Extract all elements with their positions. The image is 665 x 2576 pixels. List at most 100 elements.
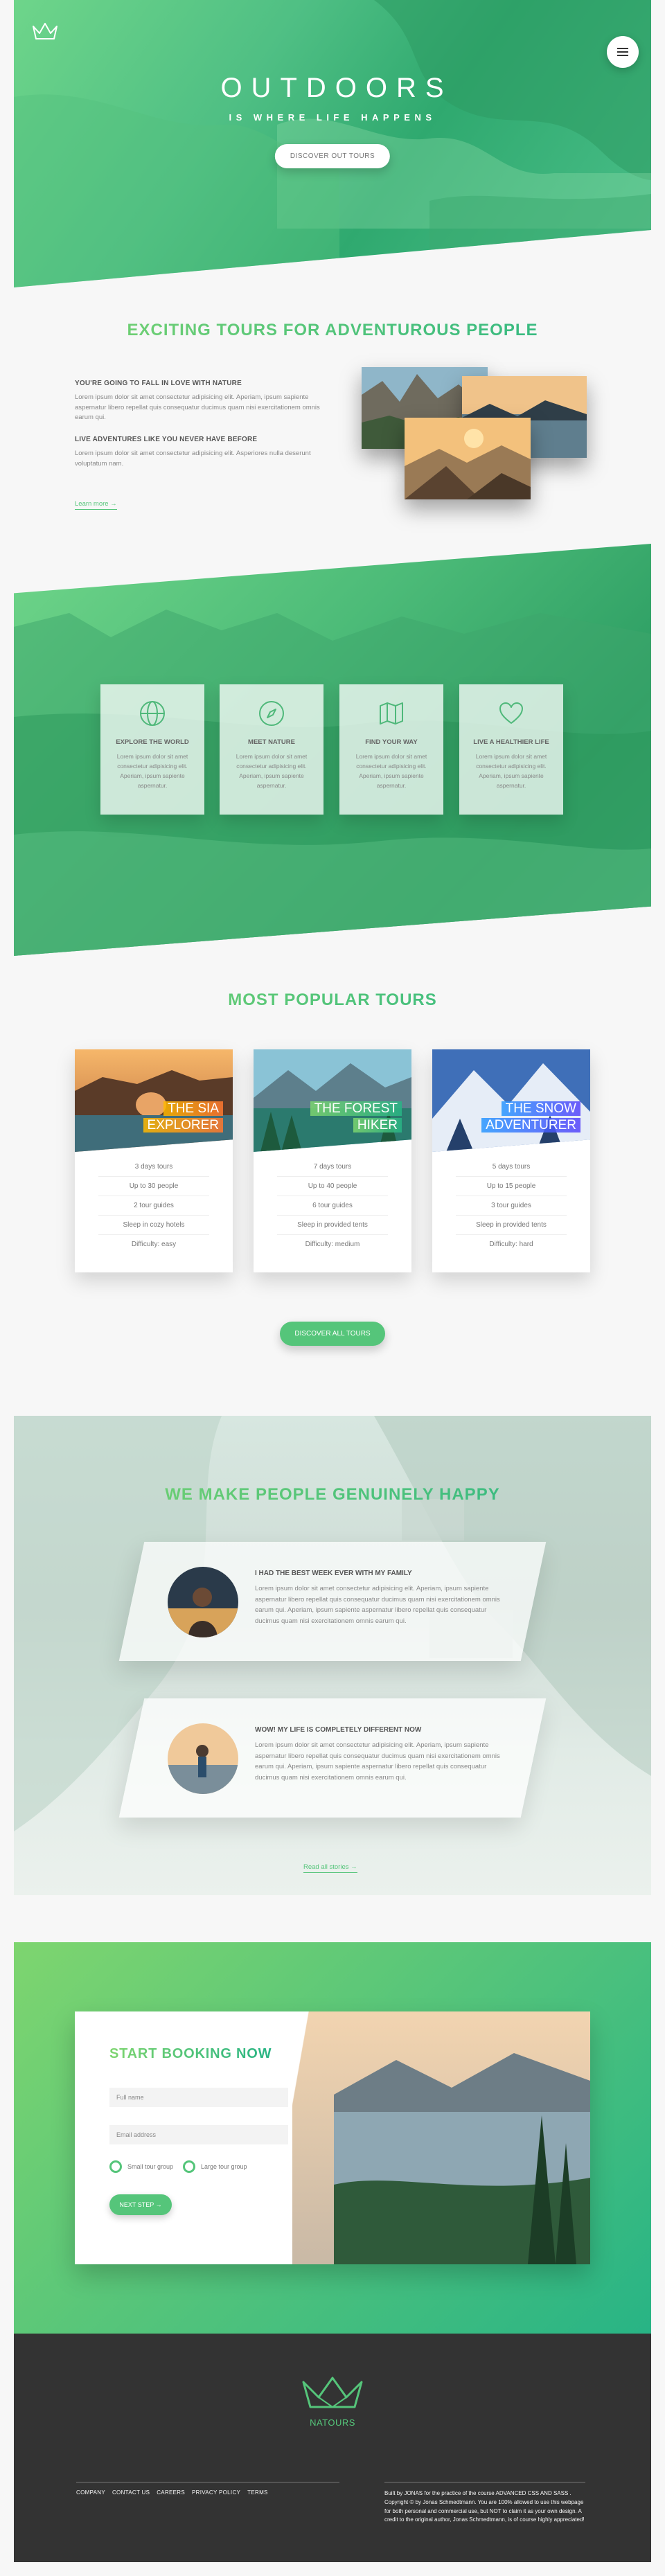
tour-card-title-line1: THE SIA [163, 1101, 223, 1116]
tour-card-sia[interactable]: THE SIA EXPLORER 3 days tours Up to 30 p… [75, 1049, 233, 1272]
tour-card-title: THE SIA EXPLORER [138, 1099, 229, 1135]
hamburger-menu-icon[interactable] [607, 36, 639, 68]
feature-text: Lorem ipsum dolor sit amet consectetur a… [475, 753, 547, 790]
footer-copyright: Built by JONAS for the practice of the c… [384, 2482, 585, 2525]
small-group-radio[interactable]: Small tour group [109, 2160, 173, 2173]
tour-card-image: THE FOREST HIKER [254, 1049, 411, 1152]
woman-avatar-image [168, 1567, 238, 1637]
heart-icon [499, 702, 523, 724]
radio-label: Large tour group [201, 2163, 247, 2170]
story-card-2: WOW! MY LIFE IS COMPLETELY DIFFERENT NOW… [118, 1698, 547, 1818]
tour-detail-duration: 5 days tours [456, 1157, 567, 1177]
about-subheading-1: YOU'RE GOING TO FALL IN LOVE WITH NATURE [75, 380, 242, 387]
hero-title: OUTDOORS IS WHERE LIFE HAPPENS [14, 73, 651, 123]
feature-title: EXPLORE THE WORLD [116, 738, 189, 746]
feature-box-nature: MEET NATURE Lorem ipsum dolor sit amet c… [220, 684, 323, 815]
about-paragraph-1: Lorem ipsum dolor sit amet consectetur a… [75, 393, 320, 422]
large-group-radio[interactable]: Large tour group [183, 2160, 247, 2173]
booking-section: START BOOKING NOW Full name Email addres… [14, 1942, 651, 2334]
tour-detail-group-size: Up to 15 people [456, 1177, 567, 1196]
story-text: Lorem ipsum dolor sit amet consectetur a… [255, 1741, 500, 1782]
discover-tours-button[interactable]: DISCOVER OUT TOURS [274, 144, 391, 168]
footer: NATOURS COMPANY CONTACT US CAREERS PRIVA… [14, 2334, 651, 2562]
story-title: WOW! MY LIFE IS COMPLETELY DIFFERENT NOW [255, 1726, 422, 1734]
about-heading: EXCITING TOURS FOR ADVENTUROUS PEOPLE [0, 321, 665, 340]
next-step-button[interactable]: NEXT STEP → [109, 2194, 172, 2215]
footer-nav: COMPANY CONTACT US CAREERS PRIVACY POLIC… [76, 2482, 339, 2496]
tour-card-image: THE SNOW ADVENTURER [432, 1049, 590, 1152]
tour-detail-group-size: Up to 40 people [277, 1177, 388, 1196]
tour-card-image: THE SIA EXPLORER [75, 1049, 233, 1152]
map-icon [380, 702, 403, 725]
tour-detail-sleep: Sleep in provided tents [456, 1216, 567, 1235]
hero-header: OUTDOORS IS WHERE LIFE HAPPENS DISCOVER … [14, 0, 651, 287]
read-all-stories-link[interactable]: Read all stories → [303, 1863, 357, 1873]
feature-box-healthier: LIVE A HEALTHIER LIFE Lorem ipsum dolor … [459, 684, 563, 815]
tour-card-title-line2: EXPLORER [143, 1117, 223, 1132]
feature-title: FIND YOUR WAY [365, 738, 418, 746]
tour-detail-difficulty: Difficulty: easy [131, 1241, 177, 1248]
tours-heading: MOST POPULAR TOURS [0, 991, 665, 1010]
tour-detail-guides: 3 tour guides [456, 1196, 567, 1216]
story-card-1: I HAD THE BEST WEEK EVER WITH MY FAMILY … [118, 1542, 547, 1661]
email-field[interactable]: Email address [109, 2125, 288, 2144]
feature-title: LIVE A HEALTHIER LIFE [473, 738, 549, 746]
stories-section: WE MAKE PEOPLE GENUINELY HAPPY I HAD THE… [14, 1416, 651, 1895]
footer-link-company[interactable]: COMPANY [76, 2489, 105, 2496]
tour-card-details: 7 days tours Up to 40 people 6 tour guid… [254, 1152, 411, 1254]
radio-label: Small tour group [127, 2163, 174, 2170]
tour-detail-difficulty: Difficulty: hard [489, 1241, 533, 1248]
about-paragraph-2: Lorem ipsum dolor sit amet consectetur a… [75, 450, 311, 468]
stories-heading: WE MAKE PEOPLE GENUINELY HAPPY [14, 1485, 651, 1504]
footer-link-terms[interactable]: TERMS [247, 2489, 268, 2496]
globe-icon [140, 701, 165, 726]
tour-card-title-line2: ADVENTURER [481, 1117, 580, 1132]
tour-card-details: 5 days tours Up to 15 people 3 tour guid… [432, 1152, 590, 1254]
hero-title-main: OUTDOORS [220, 73, 453, 103]
tour-detail-sleep: Sleep in provided tents [277, 1216, 388, 1235]
footer-link-contact[interactable]: CONTACT US [112, 2489, 150, 2496]
page: OUTDOORS IS WHERE LIFE HAPPENS DISCOVER … [0, 0, 665, 2576]
man-avatar-image [168, 1723, 238, 1794]
footer-link-careers[interactable]: CAREERS [157, 2489, 185, 2496]
tour-card-snow[interactable]: THE SNOW ADVENTURER 5 days tours Up to 1… [432, 1049, 590, 1272]
learn-more-link[interactable]: Learn more → [75, 500, 117, 510]
tour-card-details: 3 days tours Up to 30 people 2 tour guid… [75, 1152, 233, 1254]
crown-logo-icon[interactable] [32, 22, 58, 40]
story-text: Lorem ipsum dolor sit amet consectetur a… [255, 1585, 500, 1626]
radio-circle[interactable] [109, 2160, 122, 2173]
avatar [168, 1567, 238, 1637]
radio-circle[interactable] [183, 2160, 195, 2173]
tour-card-forest[interactable]: THE FOREST HIKER 7 days tours Up to 40 p… [254, 1049, 411, 1272]
tour-card-title-line1: THE SNOW [501, 1101, 580, 1116]
feature-title: MEET NATURE [248, 738, 295, 746]
feature-text: Lorem ipsum dolor sit amet consectetur a… [355, 753, 427, 790]
footer-link-privacy[interactable]: PRIVACY POLICY [192, 2489, 240, 2496]
feature-text: Lorem ipsum dolor sit amet consectetur a… [116, 753, 188, 790]
about-photo-3[interactable] [405, 418, 531, 499]
feature-box-explore: EXPLORE THE WORLD Lorem ipsum dolor sit … [100, 684, 204, 815]
tour-card-title-line2: HIKER [353, 1117, 402, 1132]
crown-logo-icon [302, 2377, 363, 2408]
tour-detail-duration: 3 days tours [98, 1157, 209, 1177]
footer-brand-name: NATOURS [310, 2417, 355, 2428]
footer-logo: NATOURS [14, 2375, 651, 2428]
tour-card-title: THE FOREST HIKER [305, 1099, 407, 1135]
mountain-sunset-photo-image [405, 418, 531, 499]
tour-card-title: THE SNOW ADVENTURER [476, 1099, 586, 1135]
tour-detail-guides: 6 tour guides [277, 1196, 388, 1216]
booking-heading: START BOOKING NOW [109, 2046, 272, 2061]
feature-text: Lorem ipsum dolor sit amet consectetur a… [236, 753, 308, 790]
tour-detail-guides: 2 tour guides [98, 1196, 209, 1216]
about-subheading-2: LIVE ADVENTURES LIKE YOU NEVER HAVE BEFO… [75, 436, 258, 444]
tour-detail-sleep: Sleep in cozy hotels [98, 1216, 209, 1235]
feature-box-find-way: FIND YOUR WAY Lorem ipsum dolor sit amet… [339, 684, 443, 815]
full-name-field[interactable]: Full name [109, 2088, 288, 2107]
discover-all-tours-button[interactable]: DISCOVER ALL TOURS [280, 1322, 385, 1346]
tour-detail-duration: 7 days tours [277, 1157, 388, 1177]
avatar [168, 1723, 238, 1794]
hero-title-sub: IS WHERE LIFE HAPPENS [229, 112, 436, 123]
tour-detail-difficulty: Difficulty: medium [305, 1241, 360, 1248]
compass-icon [259, 701, 284, 726]
features-section: EXPLORE THE WORLD Lorem ipsum dolor sit … [14, 544, 651, 956]
